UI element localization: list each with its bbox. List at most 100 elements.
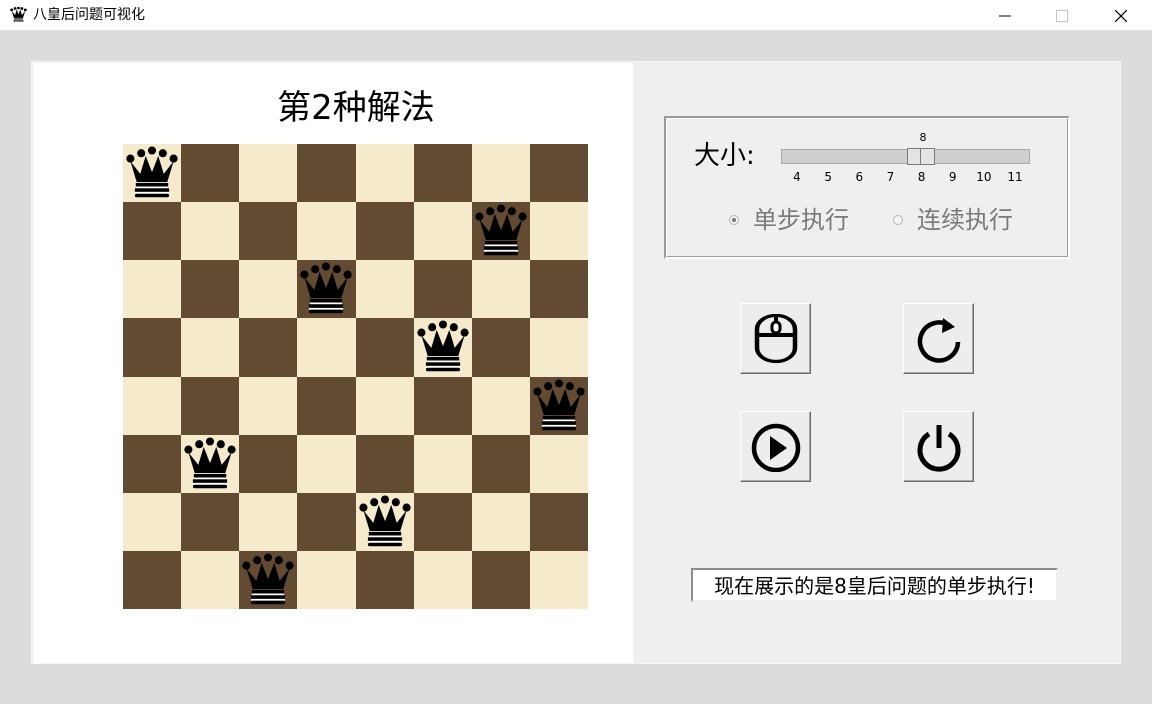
title-bar: 八皇后问题可视化 [0,0,1152,31]
queen-icon [417,320,469,372]
board-cell [471,318,530,377]
mouse-step-button[interactable] [740,303,811,374]
radio-selected-icon [729,215,739,225]
board-cell [297,492,356,551]
board-cell [355,550,414,609]
board-cell [471,550,530,609]
queen-icon [126,146,178,198]
board-cell [355,318,414,377]
board-cell [181,202,240,261]
play-icon [751,423,801,472]
power-icon [917,425,961,472]
board-cell [123,550,182,609]
slider-tick-label: 11 [1007,170,1023,184]
slider-tick-label: 6 [855,170,864,184]
board-cell [355,434,414,493]
board-cell [529,202,588,261]
status-box: 现在展示的是8皇后问题的单步执行! [691,568,1058,602]
board-cell [471,144,530,203]
board-cell [471,492,530,551]
board-cell [239,550,298,609]
board-cell [413,260,472,319]
step-mode-radio[interactable]: 单步执行 [729,206,849,234]
board-cell [123,260,182,319]
power-button[interactable] [903,411,974,482]
board-cell [123,318,182,377]
continuous-mode-label: 连续执行 [917,206,1013,234]
board-cell [413,202,472,261]
maximize-button[interactable] [1039,0,1085,31]
board-cell [529,144,588,203]
slider-tick-label: 5 [824,170,832,184]
board-cell [471,202,530,261]
chessboard [123,144,588,609]
continuous-mode-radio[interactable]: 连续执行 [893,206,1013,234]
reset-button[interactable] [903,303,974,374]
slider-value: 8 [919,131,927,144]
solution-title: 第2种解法 [277,88,435,128]
board-cell [529,434,588,493]
board-cell [123,376,182,435]
board-cell [297,144,356,203]
board-cell [413,550,472,609]
board-cell [297,434,356,493]
maximize-icon [1056,10,1068,22]
queen-icon [300,262,353,314]
board-cell [239,144,298,203]
board-cell [413,376,472,435]
board-cell [413,318,472,377]
size-slider[interactable] [781,149,1030,164]
board-cell [355,202,414,261]
board-cell [239,318,298,377]
close-button[interactable] [1098,0,1144,31]
step-mode-label: 单步执行 [753,206,849,234]
board-cell [529,260,588,319]
board-cell [123,492,182,551]
board-cell [181,318,240,377]
board-cell [239,202,298,261]
board-cell [239,434,298,493]
board-cell [181,550,240,609]
play-button[interactable] [740,411,811,482]
queen-icon [242,553,294,605]
board-cell [355,376,414,435]
board-cell [297,318,356,377]
minimize-icon [999,15,1011,17]
queen-icon [358,495,411,547]
queen-icon [475,204,527,256]
board-cell [181,376,240,435]
queen-icon [184,437,236,488]
slider-tick-label: 9 [948,170,957,184]
board-cell [471,376,530,435]
board-cell [123,434,182,493]
slider-tick-label: 7 [886,170,895,184]
board-cell [181,144,240,203]
board-cell [123,144,182,203]
board-cell [471,260,530,319]
board-cell [181,260,240,319]
board-cell [123,202,182,261]
board-cell [471,434,530,493]
board-cell [181,434,240,493]
board-cell [529,318,588,377]
size-label: 大小: [694,141,755,171]
queen-icon [10,7,27,22]
board-cell [297,550,356,609]
board-cell [529,550,588,609]
board-cell [355,492,414,551]
slider-tick-label: 4 [793,170,801,184]
minimize-button[interactable] [982,0,1028,31]
slider-thumb[interactable] [907,148,935,165]
board-cell [239,260,298,319]
refresh-icon [917,318,961,363]
board-cell [239,376,298,435]
board-cell [413,434,472,493]
board-cell [413,492,472,551]
board-cell [297,376,356,435]
mouse-icon [754,314,798,364]
status-text: 现在展示的是8皇后问题的单步执行! [714,574,1035,598]
slider-tick-label: 10 [976,170,992,184]
board-cell [413,144,472,203]
board-cell [297,260,356,319]
window-title: 八皇后问题可视化 [33,7,145,23]
